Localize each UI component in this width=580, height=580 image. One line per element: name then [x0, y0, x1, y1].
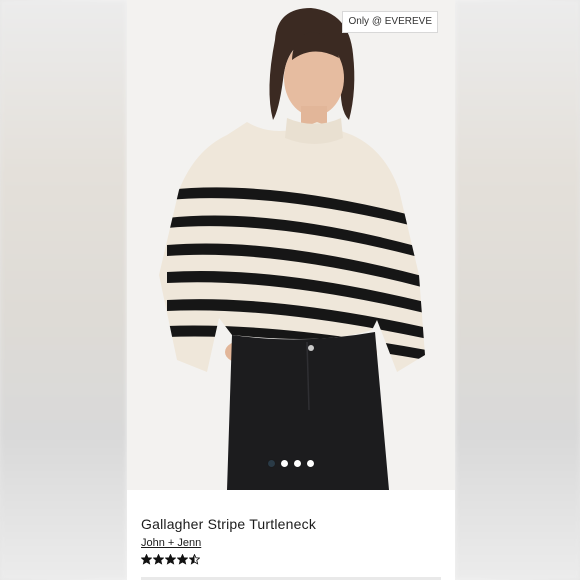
carousel-dot-1[interactable] [268, 460, 275, 467]
carousel-dot-2[interactable] [281, 460, 288, 467]
product-card[interactable]: Only @ EVEREVE Gallagher Stripe Turtlene… [127, 0, 455, 580]
brand-link[interactable]: John + Jenn [141, 537, 201, 549]
star-full-icon [141, 554, 152, 565]
background-blur-left [0, 0, 127, 580]
star-full-icon [177, 554, 188, 565]
product-title[interactable]: Gallagher Stripe Turtleneck [141, 516, 441, 532]
carousel-dot-3[interactable] [294, 460, 301, 467]
product-info: Gallagher Stripe Turtleneck John + Jenn [141, 516, 441, 565]
background-blur-right [455, 0, 580, 580]
star-full-icon [165, 554, 176, 565]
model-illustration [127, 0, 455, 490]
badge-label: Only @ EVEREVE [348, 16, 432, 27]
star-half-icon [189, 554, 200, 565]
carousel-dot-4[interactable] [307, 460, 314, 467]
carousel-indicators[interactable] [127, 460, 455, 467]
star-rating [141, 554, 441, 565]
star-full-icon [153, 554, 164, 565]
product-image[interactable]: Only @ EVEREVE [127, 0, 455, 490]
exclusive-badge: Only @ EVEREVE [342, 11, 438, 33]
